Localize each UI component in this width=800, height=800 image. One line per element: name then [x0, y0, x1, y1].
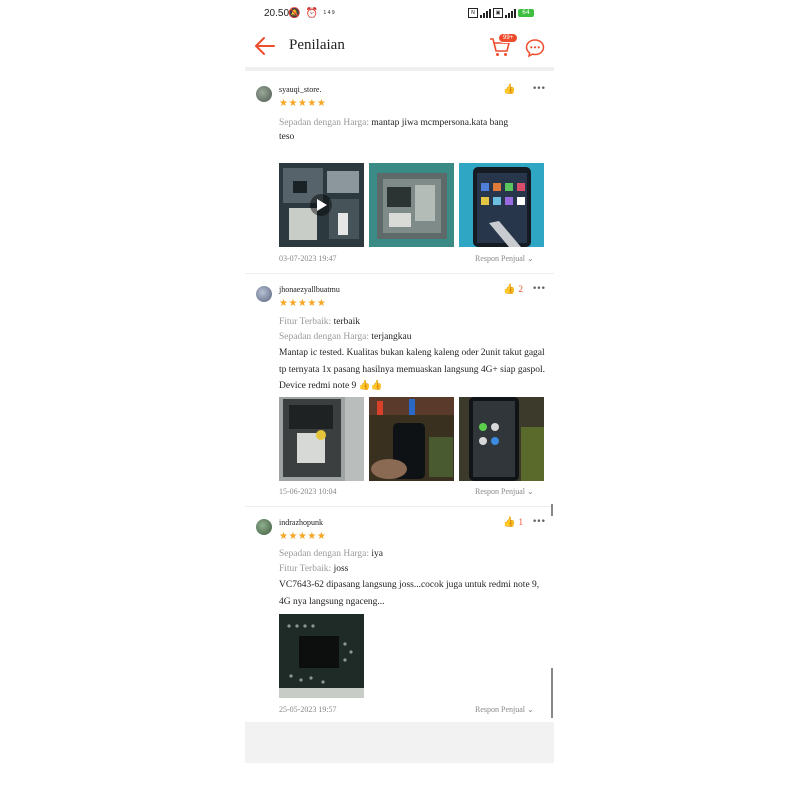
- review-video-thumbnail[interactable]: [279, 163, 364, 247]
- review-attribute: Sepadan dengan Harga: iya: [279, 549, 383, 559]
- more-dots-icon[interactable]: •••: [532, 84, 546, 94]
- review-attribute: Fitur Terbaik: terbaik: [279, 317, 360, 327]
- review-username: indrazhopunk: [279, 518, 323, 527]
- review-text: teso: [279, 132, 295, 142]
- review-text: Mantap ic tested. Kualitas bukan kaleng …: [279, 348, 546, 391]
- review-date: 03-07-2023 19:47: [279, 254, 337, 263]
- signal-icon: [480, 8, 491, 18]
- review-attribute: Sepadan dengan Harga: terjangkau: [279, 332, 412, 342]
- thumbs-up-icon[interactable]: 👍 2: [503, 284, 523, 295]
- star-rating: ★★★★★: [279, 98, 327, 109]
- review-date: 15-06-2023 10:04: [279, 487, 337, 496]
- attribute-key: Fitur Terbaik:: [279, 564, 332, 574]
- cart-badge: 99+: [498, 33, 519, 43]
- star-rating: ★★★★★: [279, 298, 327, 309]
- status-right-icons: N ▣ 64: [468, 8, 534, 18]
- nfc-icon: N: [468, 8, 478, 18]
- alarm-icon: ⏰: [305, 8, 320, 19]
- page-title: Penilaian: [289, 37, 345, 53]
- status-bar: 20.50 🔕 ⏰ 149 N ▣ 64: [245, 0, 554, 28]
- avatar[interactable]: [256, 86, 272, 102]
- attribute-value: joss: [333, 564, 349, 574]
- attribute-key: Sepadan dengan Harga:: [279, 332, 370, 342]
- arrow-left-icon[interactable]: [254, 36, 276, 56]
- more-dots-icon[interactable]: •••: [532, 517, 546, 527]
- wifi-icon: ▣: [493, 8, 503, 18]
- chevron-down-icon: ⌄: [527, 254, 534, 263]
- review-divider: [245, 506, 554, 507]
- thumbs-up-icon[interactable]: 👍 1: [503, 517, 523, 528]
- review-photo-thumbnail[interactable]: [279, 614, 364, 698]
- battery-icon: 64: [518, 9, 534, 17]
- scrollbar[interactable]: [551, 668, 553, 718]
- app-header: Penilaian 99+: [245, 28, 554, 66]
- star-rating: ★★★★★: [279, 531, 327, 542]
- status-notification-icons: 🔕 ⏰ 149: [288, 8, 336, 19]
- signal-icon-2: [505, 8, 516, 18]
- helpful-count: 2: [518, 284, 523, 294]
- seller-response-label: Respon Penjual: [475, 487, 525, 496]
- attribute-value: terjangkau: [371, 332, 412, 342]
- status-time: 20.50: [264, 8, 290, 19]
- attribute-value: mantap jiwa mcmpersona.kata bang: [371, 118, 509, 128]
- helpful-count: 1: [518, 517, 523, 527]
- review-date: 25-05-2023 19:57: [279, 705, 337, 714]
- attribute-value: iya: [371, 549, 384, 559]
- seller-response-label: Respon Penjual: [475, 254, 525, 263]
- review-username: syauqi_store.: [279, 85, 322, 94]
- scrollbar[interactable]: [551, 504, 553, 516]
- review-text: VC7643-62 dipasang langsung joss...cocok…: [279, 580, 540, 607]
- mute-icon: 🔕: [288, 8, 302, 19]
- status-indicator-text: 149: [323, 10, 336, 16]
- chat-icon[interactable]: [525, 38, 545, 58]
- avatar[interactable]: [256, 286, 272, 302]
- review-photo-thumbnail[interactable]: [459, 397, 544, 481]
- avatar[interactable]: [256, 519, 272, 535]
- seller-response-toggle[interactable]: Respon Penjual ⌄: [475, 487, 534, 496]
- seller-response-toggle[interactable]: Respon Penjual ⌄: [475, 705, 534, 714]
- phone-screen: 20.50 🔕 ⏰ 149 N ▣ 64 Penilaian 99+ syauq…: [245, 0, 554, 800]
- attribute-key: Sepadan dengan Harga:: [279, 549, 370, 559]
- header-divider: [245, 67, 554, 71]
- bottom-area: [245, 722, 554, 763]
- chevron-down-icon: ⌄: [527, 487, 534, 496]
- seller-response-toggle[interactable]: Respon Penjual ⌄: [475, 254, 534, 263]
- review-attribute: Sepadan dengan Harga: mantap jiwa mcmper…: [279, 118, 508, 128]
- attribute-key: Fitur Terbaik:: [279, 317, 332, 327]
- review-photo-thumbnail[interactable]: [369, 397, 454, 481]
- review-photo-thumbnail[interactable]: [369, 163, 454, 247]
- thumbs-up-icon[interactable]: 👍: [503, 84, 518, 95]
- review-photo-thumbnail[interactable]: [459, 163, 544, 247]
- attribute-value: terbaik: [333, 317, 360, 327]
- more-dots-icon[interactable]: •••: [532, 284, 546, 294]
- seller-response-label: Respon Penjual: [475, 705, 525, 714]
- review-photo-thumbnail[interactable]: [279, 397, 364, 481]
- review-divider: [245, 273, 554, 274]
- chevron-down-icon: ⌄: [527, 705, 534, 714]
- attribute-key: Sepadan dengan Harga:: [279, 118, 370, 128]
- review-attribute: Fitur Terbaik: joss: [279, 564, 348, 574]
- review-username: jhonaezyallbuatmu: [279, 285, 340, 294]
